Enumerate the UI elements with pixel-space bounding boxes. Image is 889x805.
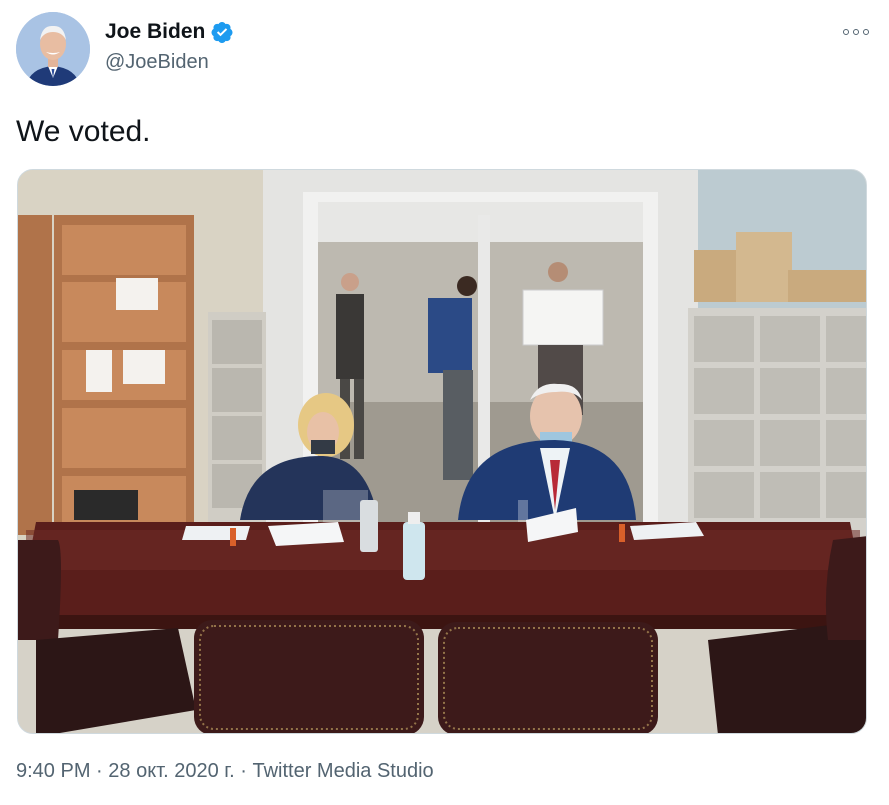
more-dot <box>843 29 849 35</box>
tweet-source[interactable]: Twitter Media Studio <box>252 760 433 783</box>
tweet-meta: 9:40 PM · 28 окт. 2020 г. · Twitter Medi… <box>16 760 434 783</box>
more-dot <box>853 29 859 35</box>
author-display-name[interactable]: Joe Biden <box>105 20 205 44</box>
tweet-photo[interactable] <box>17 169 867 734</box>
tweet-text: We voted. <box>16 115 151 148</box>
meta-separator: · <box>234 760 253 782</box>
meta-separator: · <box>90 760 109 782</box>
verified-badge-icon <box>210 20 234 44</box>
avatar-image <box>16 12 90 86</box>
tweet-time[interactable]: 9:40 PM <box>16 760 90 783</box>
author-handle[interactable]: @JoeBiden <box>105 51 209 74</box>
more-dot <box>863 29 869 35</box>
author-name-row: Joe Biden <box>105 20 234 44</box>
more-options-icon[interactable] <box>843 22 869 42</box>
tweet-date[interactable]: 28 окт. 2020 г. <box>108 760 234 783</box>
author-avatar[interactable] <box>16 12 90 86</box>
photo-image <box>18 170 866 733</box>
